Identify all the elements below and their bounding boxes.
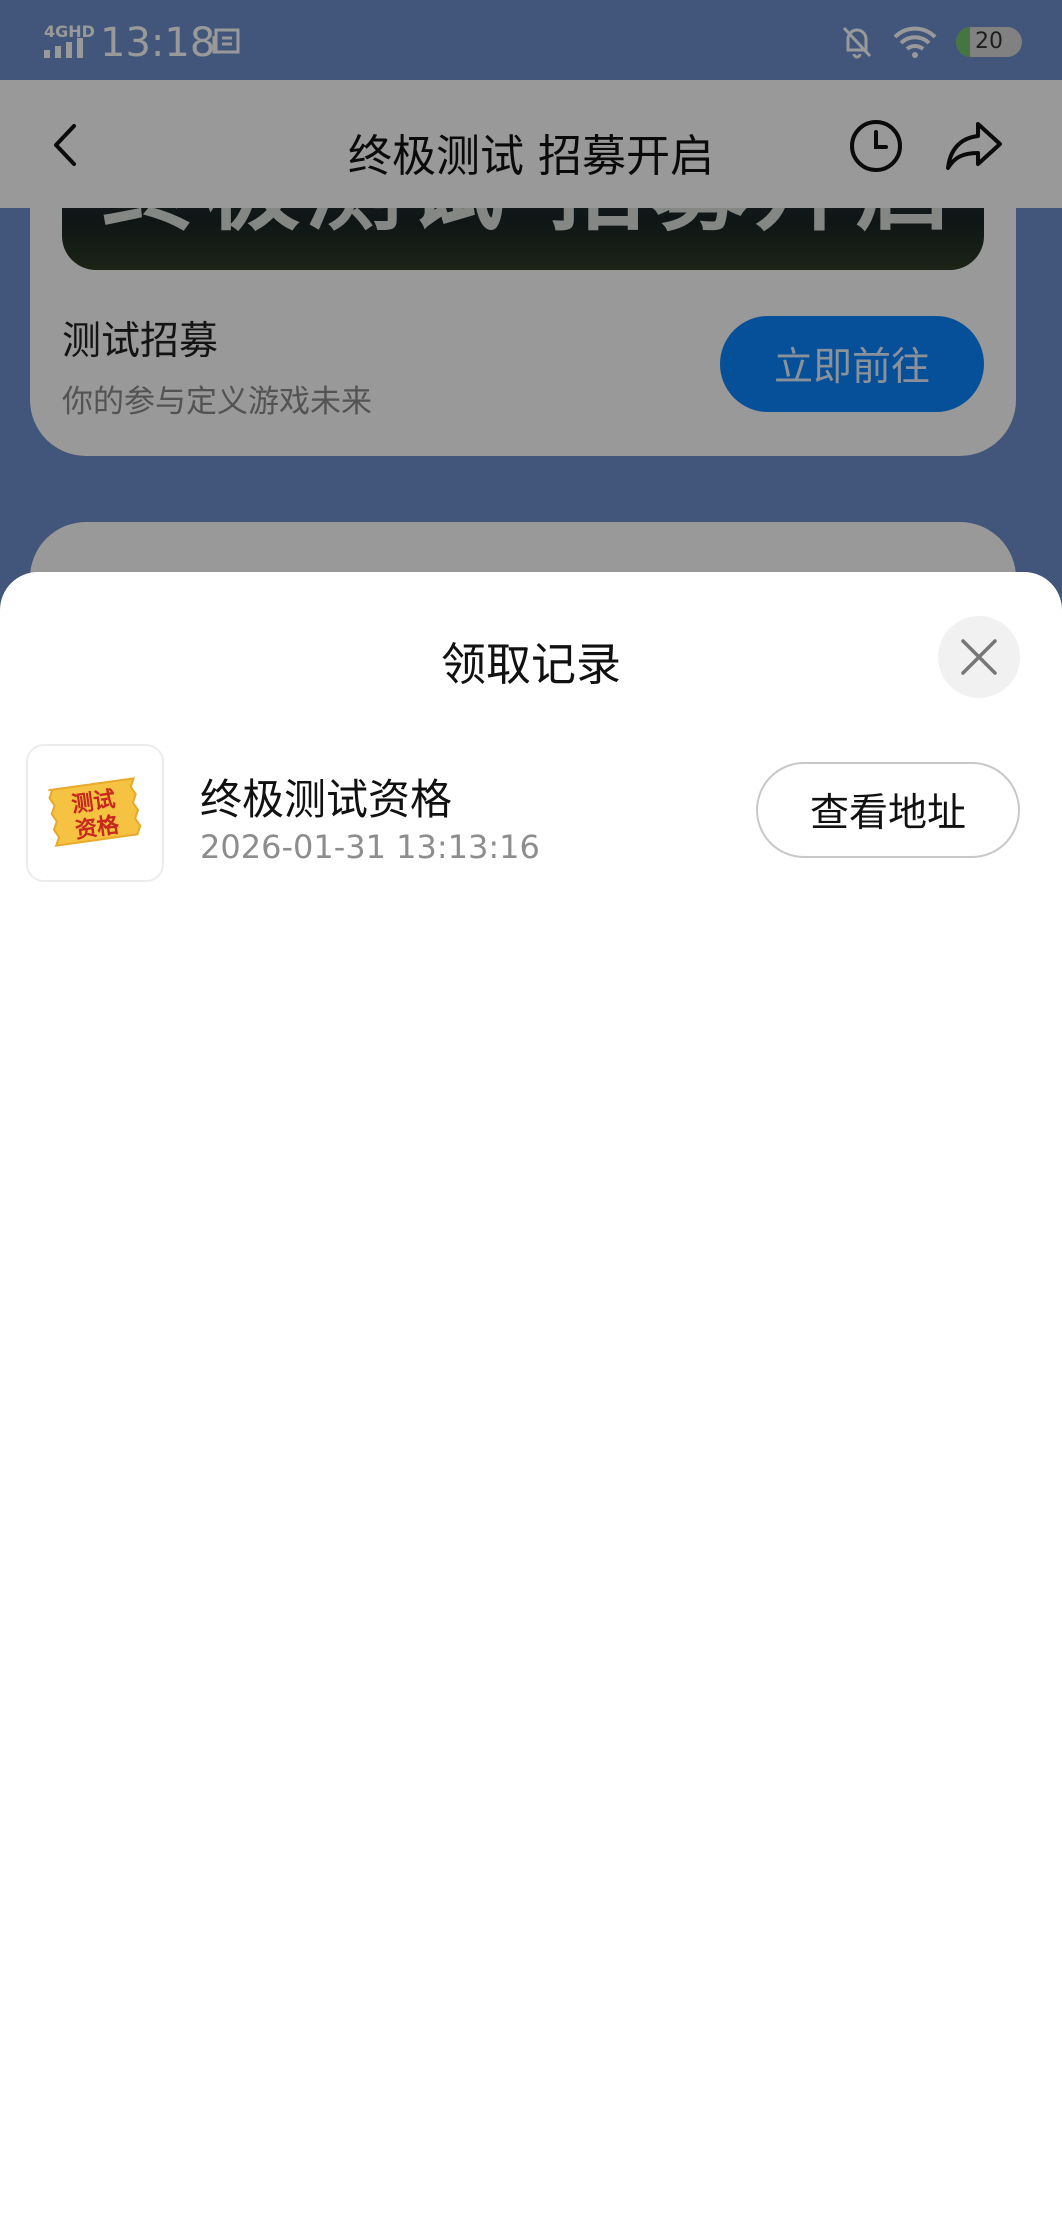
ticket-icon: 测试 资格 [48, 777, 142, 847]
sheet-title: 领取记录 [440, 638, 621, 691]
ticket-thumbnail: 测试 资格 [26, 744, 164, 882]
record-time: 2026-01-31 13:13:16 [200, 828, 540, 866]
list-item: 测试 资格 终极测试资格 2026-01-31 13:13:16 查看地址 [26, 744, 1036, 886]
claim-records-sheet: 领取记录 测试 资格 终极测试资格 2026-01-31 13:13:16 查看… [0, 572, 1062, 2213]
close-icon [961, 639, 997, 675]
close-button[interactable] [938, 616, 1020, 698]
view-address-button[interactable]: 查看地址 [756, 762, 1020, 858]
record-name: 终极测试资格 [200, 775, 453, 824]
